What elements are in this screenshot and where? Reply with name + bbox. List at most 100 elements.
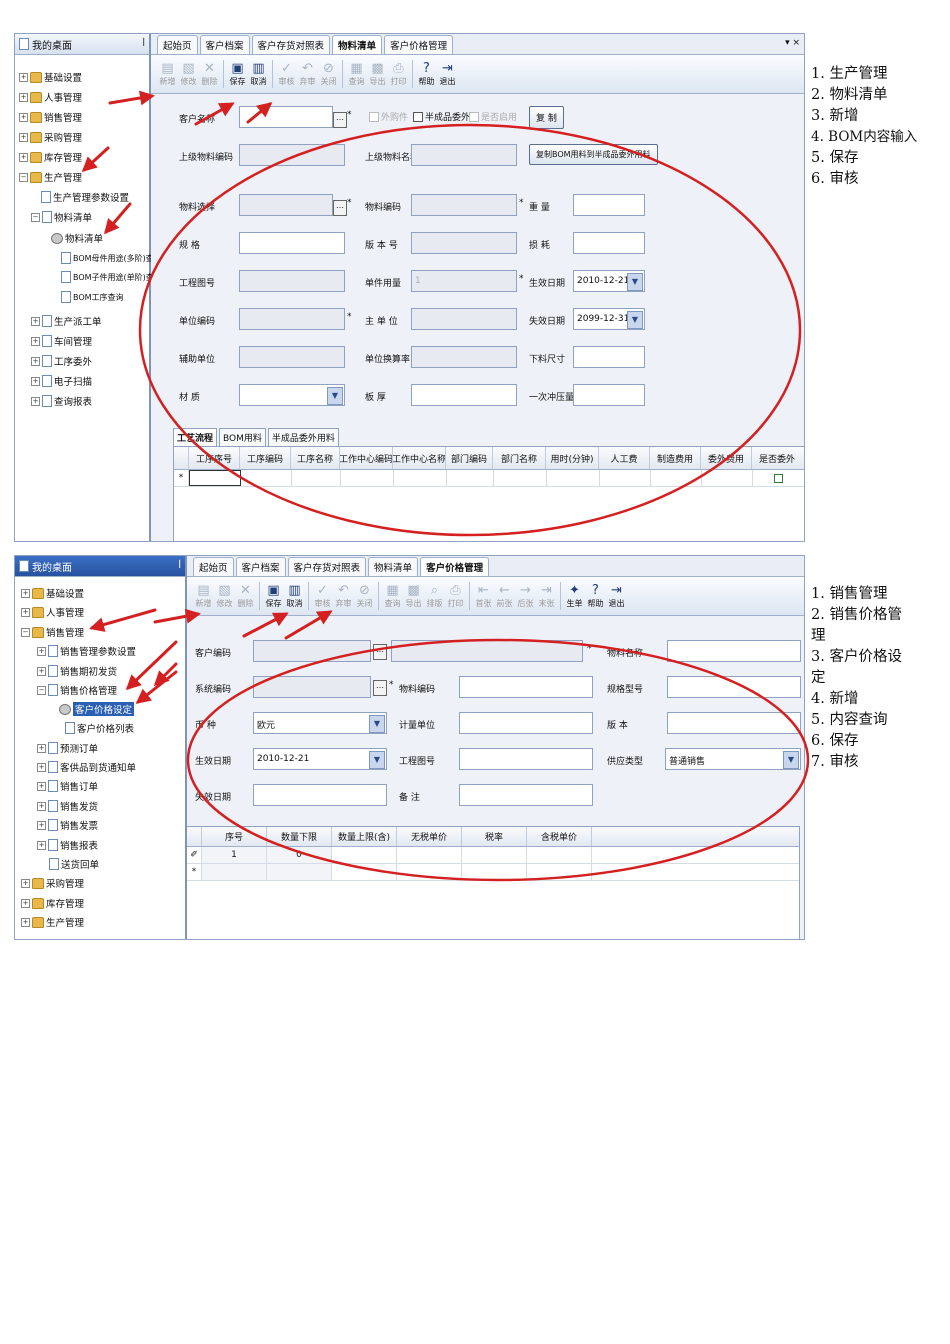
system-lookup-button[interactable]: … <box>373 680 387 696</box>
expand-icon[interactable]: + <box>37 781 46 791</box>
tab-bom[interactable]: 物料清单 <box>368 557 419 576</box>
unit-code-input[interactable] <box>239 308 345 330</box>
version-input[interactable] <box>667 712 801 734</box>
generate-button[interactable]: ✦ 生单 <box>564 579 585 613</box>
save-button[interactable]: ▣ 保存 <box>227 57 248 91</box>
version-input[interactable] <box>411 232 517 254</box>
spec-input[interactable] <box>667 676 801 698</box>
tree-node-sales-invoice[interactable]: + 销售发票 <box>37 818 98 832</box>
currency-select[interactable]: 欧元 ▼ <box>253 712 387 734</box>
tab-close-icon[interactable]: ▾ × <box>785 38 800 48</box>
cancel-button[interactable]: ▥ 取消 <box>284 579 305 613</box>
tab-start[interactable]: 起始页 <box>157 35 198 54</box>
customer-code-input[interactable] <box>253 640 371 662</box>
customer-lookup-button[interactable]: … <box>373 644 387 660</box>
tab-price[interactable]: 客户价格管理 <box>420 557 490 576</box>
tree-node-hr[interactable]: + 人事管理 <box>21 605 84 619</box>
chk-semi-outsource[interactable]: 半成品委外 <box>413 110 470 123</box>
unit-usage-input[interactable]: 1 <box>411 270 517 292</box>
tree-node-bom-parent-query[interactable]: BOM母件用途(多阶)查询 <box>61 252 162 264</box>
expand-icon[interactable]: + <box>31 336 40 346</box>
grid-cell[interactable] <box>189 470 241 486</box>
copy-bom-button[interactable]: 复制BOM用料到半成品委外用料 <box>529 144 658 165</box>
customer-name-input[interactable] <box>239 106 333 128</box>
tree-node-scan[interactable]: + 电子扫描 <box>31 374 92 388</box>
collapse-icon[interactable]: − <box>19 172 28 182</box>
tree-node-supplied-notice[interactable]: + 客供品到货通知单 <box>37 760 136 774</box>
loss-input[interactable] <box>573 232 645 254</box>
expand-icon[interactable]: + <box>37 743 46 753</box>
expand-icon[interactable]: + <box>37 840 46 850</box>
tab-customer[interactable]: 客户档案 <box>235 557 286 576</box>
grid-cell[interactable]: 1 <box>202 847 267 863</box>
expand-icon[interactable]: + <box>37 762 46 772</box>
close-button[interactable]: ⊘ 关闭 <box>354 579 375 613</box>
tree-node-sales-order[interactable]: + 销售订单 <box>37 779 98 793</box>
table-row[interactable]: ✐ 1 0 <box>187 847 799 864</box>
save-button[interactable]: ▣ 保存 <box>263 579 284 613</box>
table-row[interactable]: * <box>187 864 799 881</box>
expand-icon[interactable]: + <box>19 72 28 82</box>
expand-icon[interactable]: + <box>37 646 46 656</box>
help-button[interactable]: ? 帮助 <box>416 57 437 91</box>
tree-node-outsource[interactable]: + 工序委外 <box>31 354 92 368</box>
expand-icon[interactable]: + <box>21 917 30 927</box>
effective-date-select[interactable]: 2010-12-21 ▼ <box>253 748 387 770</box>
tree-node-sales-report[interactable]: + 销售报表 <box>37 838 98 852</box>
material-lookup-button[interactable]: … <box>333 200 347 216</box>
grid-cell[interactable]: 0 <box>267 847 332 863</box>
tree-node-bom-child-query[interactable]: BOM子件用途(单阶)查询 <box>61 271 162 283</box>
expand-icon[interactable]: + <box>21 878 30 888</box>
tree-node-production[interactable]: − 生产管理 <box>19 170 82 184</box>
unit-input[interactable] <box>459 712 593 734</box>
cancel-button[interactable]: ▥ 取消 <box>248 57 269 91</box>
add-button[interactable]: ▤ 新增 <box>193 579 214 613</box>
tree-node-bom[interactable]: 物料清单 <box>51 231 103 245</box>
prev-button[interactable]: ← 前张 <box>494 579 515 613</box>
tree-node-purchase[interactable]: + 采购管理 <box>19 130 82 144</box>
expand-icon[interactable]: + <box>19 92 28 102</box>
exit-button[interactable]: ⇥ 退出 <box>437 57 458 91</box>
tree-node-purchase[interactable]: + 采购管理 <box>21 876 84 890</box>
expand-icon[interactable]: + <box>19 152 28 162</box>
drawing-input[interactable] <box>459 748 593 770</box>
tab-customer-stock[interactable]: 客户存货对照表 <box>287 557 367 576</box>
table-row[interactable]: * <box>174 470 804 487</box>
delete-button[interactable]: ✕ 删除 <box>235 579 256 613</box>
outsource-checkbox[interactable] <box>773 473 783 483</box>
expand-icon[interactable]: + <box>31 376 40 386</box>
material-select-input[interactable] <box>239 194 333 216</box>
expand-icon[interactable]: + <box>19 132 28 142</box>
tree-node-customer-price[interactable]: 客户价格设定 <box>59 702 135 716</box>
tab-process[interactable]: 工艺流程 <box>173 428 218 447</box>
edit-button[interactable]: ▧ 修改 <box>214 579 235 613</box>
tree-node-hr[interactable]: + 人事管理 <box>19 90 82 104</box>
tab-bom[interactable]: 物料清单 <box>332 35 383 54</box>
tree-node-workshop[interactable]: + 车间管理 <box>31 334 92 348</box>
grid-cell[interactable] <box>332 847 397 863</box>
tree-node-basic[interactable]: + 基础设置 <box>19 70 82 84</box>
tree-node-reports[interactable]: + 查询报表 <box>31 394 92 408</box>
layout-button[interactable]: ⌕ 排版 <box>424 579 445 613</box>
punch-input[interactable] <box>573 384 645 406</box>
tree-node-dispatch[interactable]: + 生产派工单 <box>31 314 102 328</box>
system-code-input[interactable] <box>253 676 371 698</box>
material-name-input[interactable] <box>667 640 801 662</box>
collapse-icon[interactable]: − <box>37 685 46 695</box>
expand-icon[interactable]: + <box>21 898 30 908</box>
chevron-down-icon[interactable]: ▼ <box>627 273 643 291</box>
tree-node-sales-params[interactable]: + 销售管理参数设置 <box>37 644 136 658</box>
spec-input[interactable] <box>239 232 345 254</box>
delete-button[interactable]: ✕ 删除 <box>199 57 220 91</box>
tab-customer-stock[interactable]: 客户存货对照表 <box>251 35 331 54</box>
edit-button[interactable]: ▧ 修改 <box>178 57 199 91</box>
exit-button[interactable]: ⇥ 退出 <box>606 579 627 613</box>
tree-node-stock[interactable]: + 库存管理 <box>19 150 82 164</box>
tree-node-sales[interactable]: − 销售管理 <box>21 625 84 639</box>
expand-icon[interactable]: + <box>37 666 46 676</box>
parent-code-input[interactable] <box>239 144 345 166</box>
copy-button[interactable]: 复 制 <box>529 106 564 129</box>
close-button[interactable]: ⊘ 关闭 <box>318 57 339 91</box>
expire-date-input[interactable] <box>253 784 387 806</box>
expand-icon[interactable]: + <box>19 112 28 122</box>
